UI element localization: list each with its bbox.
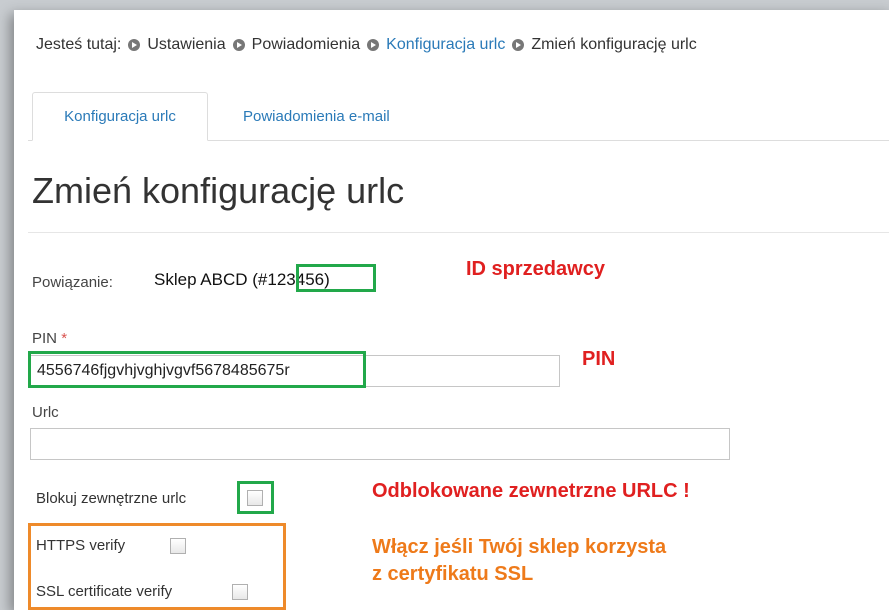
tab-email-notifications[interactable]: Powiadomienia e-mail — [243, 92, 453, 140]
annotation-unblocked-urlc: Odblokowane zewnetrzne URLC ! — [372, 480, 690, 502]
breadcrumb-prefix: Jesteś tutaj: — [36, 36, 122, 53]
breadcrumb-separator-icon — [512, 39, 525, 51]
breadcrumb-item-urlc-config[interactable]: Konfiguracja urlc — [386, 36, 505, 54]
https-verify-label: HTTPS verify — [36, 537, 126, 554]
annotation-seller-id: ID sprzedawcy — [466, 258, 605, 280]
tab-urlc-config[interactable]: Konfiguracja urlc — [32, 92, 208, 141]
tab-bar: Konfiguracja urlc Powiadomienia e-mail — [28, 80, 889, 141]
pin-label: PIN * — [32, 330, 67, 347]
urlc-label: Urlc — [32, 404, 59, 421]
https-verify-checkbox[interactable] — [170, 538, 186, 554]
breadcrumb-item-current: Zmień konfigurację urlc — [531, 36, 697, 53]
annotation-ssl-hint: Włącz jeśli Twój sklep korzysta z certyf… — [372, 534, 666, 588]
annotation-ssl-line2: z certyfikatu SSL — [372, 563, 534, 585]
block-checkbox-highlight — [237, 481, 274, 514]
breadcrumb: Jesteś tutaj: Ustawienia Powiadomienia K… — [36, 36, 697, 54]
title-divider — [28, 232, 889, 233]
ssl-verify-label: SSL certificate verify — [36, 583, 173, 600]
page-title: Zmień konfigurację urlc — [32, 170, 405, 211]
seller-id-highlight — [296, 264, 376, 292]
urlc-input[interactable] — [30, 428, 730, 460]
block-external-urlc-label: Blokuj zewnętrzne urlc — [36, 490, 187, 507]
required-mark: * — [61, 330, 68, 347]
pin-input[interactable] — [30, 355, 560, 387]
annotation-ssl-line1: Włącz jeśli Twój sklep korzysta — [372, 536, 667, 558]
pin-label-text: PIN — [32, 330, 58, 347]
page-frame: Jesteś tutaj: Ustawienia Powiadomienia K… — [14, 10, 889, 610]
breadcrumb-separator-icon — [367, 39, 380, 51]
breadcrumb-separator-icon — [128, 39, 141, 51]
annotation-pin: PIN — [582, 348, 616, 370]
association-label: Powiązanie: — [32, 274, 113, 291]
ssl-verify-checkbox[interactable] — [232, 584, 248, 600]
breadcrumb-item-notifications[interactable]: Powiadomienia — [252, 36, 361, 54]
breadcrumb-separator-icon — [232, 39, 245, 51]
breadcrumb-item-settings[interactable]: Ustawienia — [147, 36, 225, 54]
